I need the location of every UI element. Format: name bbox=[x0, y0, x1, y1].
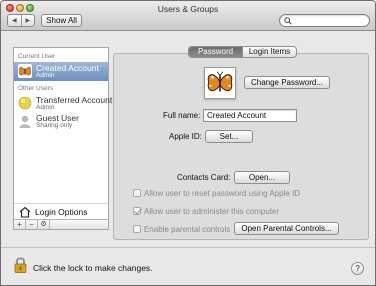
gear-icon: ⚙ bbox=[40, 221, 47, 228]
other-users-header: Other Users bbox=[18, 85, 54, 92]
current-user-header: Current User bbox=[18, 53, 56, 60]
parental-controls-label: Enable parental controls bbox=[144, 225, 231, 234]
lock-icon[interactable] bbox=[14, 256, 27, 273]
user-role: Admin bbox=[36, 104, 55, 111]
administer-label: Allow user to administer this computer bbox=[144, 207, 280, 216]
open-parental-controls-button[interactable]: Open Parental Controls... bbox=[234, 222, 339, 235]
butterfly-avatar-icon bbox=[207, 71, 233, 92]
login-options-item[interactable]: Login Options bbox=[14, 203, 108, 219]
search-icon bbox=[284, 17, 292, 25]
yellow-ball-avatar-icon bbox=[18, 96, 32, 110]
administer-checkbox[interactable] bbox=[133, 207, 141, 215]
change-password-button[interactable]: Change Password... bbox=[244, 76, 330, 89]
users-sidebar: Current User Created Account Admin Other… bbox=[13, 47, 112, 230]
contacts-card-label: Contacts Card: bbox=[177, 173, 231, 182]
full-name-field[interactable]: Created Account bbox=[203, 109, 297, 122]
apple-id-label: Apple ID: bbox=[169, 132, 202, 141]
user-role: Sharing only bbox=[36, 122, 73, 129]
remove-user-button[interactable]: − bbox=[26, 220, 38, 229]
contacts-open-button[interactable]: Open... bbox=[234, 171, 290, 184]
users-groups-window: Users & Groups ◀ ▶ Show All Current User bbox=[0, 0, 376, 286]
help-button[interactable]: ? bbox=[351, 262, 364, 275]
show-all-button[interactable]: Show All bbox=[41, 14, 82, 27]
tab-password[interactable]: Password bbox=[189, 47, 242, 57]
back-button[interactable]: ◀ bbox=[8, 15, 21, 26]
tab-bar: Password Login Items bbox=[188, 46, 297, 58]
full-name-label: Full name: bbox=[163, 111, 201, 120]
nav-back-forward: ◀ ▶ bbox=[7, 14, 35, 27]
back-arrow-icon: ◀ bbox=[11, 18, 17, 24]
sidebar-toolbar: + − ⚙ bbox=[14, 219, 108, 229]
tab-login-items[interactable]: Login Items bbox=[242, 47, 296, 57]
action-gear-button[interactable]: ⚙ bbox=[38, 220, 50, 229]
butterfly-avatar-icon bbox=[18, 64, 32, 78]
title-bar: Users & Groups ◀ ▶ Show All bbox=[1, 1, 375, 31]
reset-password-checkbox[interactable] bbox=[133, 189, 141, 197]
footer-separator bbox=[1, 247, 375, 248]
reset-password-label: Allow user to reset password using Apple… bbox=[144, 189, 301, 198]
login-options-label: Login Options bbox=[35, 207, 88, 217]
apple-id-set-button[interactable]: Set... bbox=[205, 130, 253, 143]
user-item-guest-user[interactable]: Guest User Sharing only bbox=[14, 112, 108, 131]
forward-button[interactable]: ▶ bbox=[20, 15, 35, 26]
user-role: Admin bbox=[36, 72, 55, 79]
search-input[interactable] bbox=[279, 14, 370, 27]
window-title: Users & Groups bbox=[157, 4, 219, 14]
house-icon bbox=[19, 206, 31, 218]
user-item-transferred-account[interactable]: Transferred Account Admin bbox=[14, 94, 112, 113]
forward-arrow-icon: ▶ bbox=[25, 18, 31, 24]
silhouette-avatar-icon bbox=[19, 115, 31, 128]
parental-controls-checkbox[interactable] bbox=[133, 225, 141, 233]
lock-message: Click the lock to make changes. bbox=[33, 263, 153, 273]
user-picture-well[interactable] bbox=[204, 67, 236, 99]
user-item-created-account[interactable]: Created Account Admin bbox=[14, 62, 108, 81]
add-user-button[interactable]: + bbox=[14, 220, 26, 229]
